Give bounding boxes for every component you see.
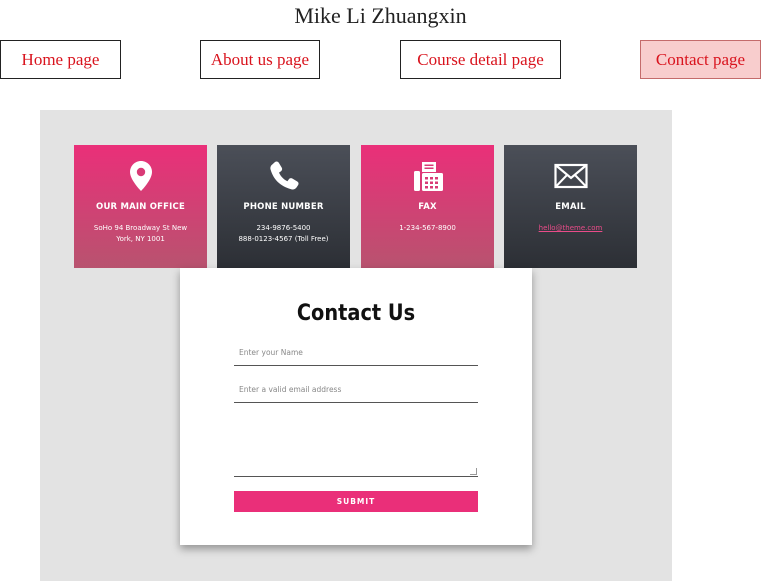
name-input-placeholder: Enter your Name [239,348,303,357]
map-pin-icon [74,159,207,193]
phone-number-line-2: 888-0123-4567 (Toll Free) [238,235,329,243]
fax-card-title: FAX [418,202,437,212]
office-address-line-1: SoHo 94 Broadway St New [93,224,188,232]
phone-card-title: PHONE NUMBER [243,202,324,212]
office-card: OUR MAIN OFFICE SoHo 94 Broadway St New … [74,145,207,268]
email-link[interactable]: hello@theme.com [510,223,631,234]
submit-button[interactable]: SUBMIT [234,491,478,512]
email-input[interactable]: Enter a valid email address [234,385,478,403]
site-title: Mike Li Zhuangxin [294,3,467,28]
phone-number-line-1: 234-9876-5400 [256,224,311,232]
email-input-placeholder: Enter a valid email address [239,385,342,394]
phone-card: PHONE NUMBER 234-9876-5400 888-0123-4567… [217,145,350,268]
nav-about-button[interactable]: About us page [200,40,320,79]
nav-home-button[interactable]: Home page [0,40,121,79]
envelope-icon [504,159,637,193]
fax-icon [361,159,494,193]
form-title: Contact Us [296,301,416,326]
office-address-line-2: York, NY 1001 [116,235,165,243]
nav-course-detail-button[interactable]: Course detail page [400,40,561,79]
name-input[interactable]: Enter your Name [234,348,478,366]
contact-form: Contact Us Enter your Name Enter a valid… [180,268,532,545]
fax-number: 1-234-567-8900 [399,224,456,232]
nav-contact-button[interactable]: Contact page [640,40,761,79]
office-card-title: OUR MAIN OFFICE [96,202,185,212]
fax-card: FAX 1-234-567-8900 [361,145,494,268]
message-textarea[interactable] [234,420,478,477]
contact-section: OUR MAIN OFFICE SoHo 94 Broadway St New … [40,110,672,581]
phone-icon [217,159,350,193]
email-card: EMAIL hello@theme.com [504,145,637,268]
email-card-title: EMAIL [555,202,586,212]
textarea-resize-handle[interactable] [470,468,477,475]
